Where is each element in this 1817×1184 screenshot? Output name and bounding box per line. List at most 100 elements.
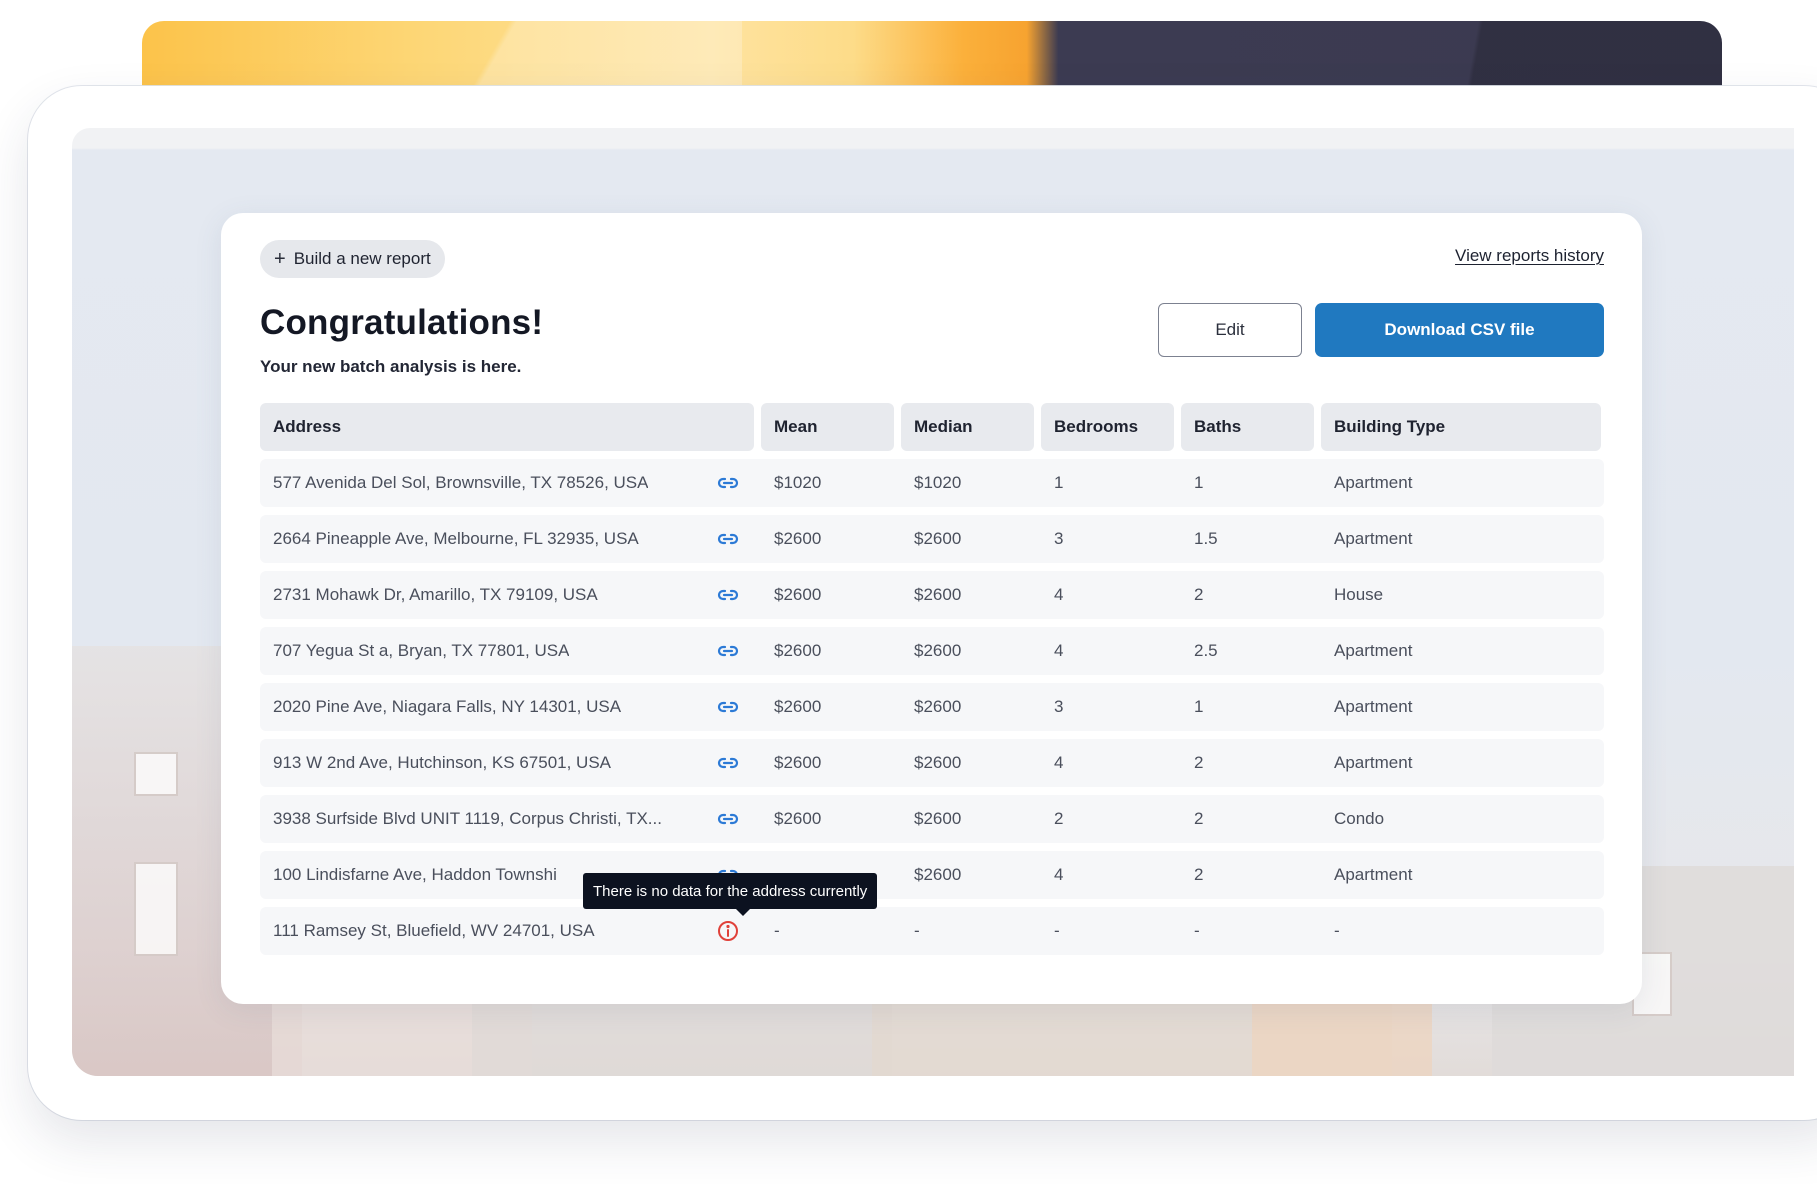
- cell-median: $1020: [914, 473, 962, 492]
- table-row: 2731 Mohawk Dr, Amarillo, TX 79109, USA $…: [260, 571, 1604, 619]
- cell-median: $2600: [914, 809, 962, 828]
- cell-building-type: Apartment: [1334, 753, 1413, 772]
- column-header-mean: Mean: [761, 403, 894, 451]
- table-header: Address Mean Median Bedrooms Baths Build…: [260, 403, 1604, 451]
- table-row: 100 Lindisfarne Ave, Haddon Townshi $2600…: [260, 851, 1604, 899]
- column-header-building-type: Building Type: [1321, 403, 1601, 451]
- table-row: 2020 Pine Ave, Niagara Falls, NY 14301, …: [260, 683, 1604, 731]
- column-header-bedrooms: Bedrooms: [1041, 403, 1174, 451]
- address-text: 913 W 2nd Ave, Hutchinson, KS 67501, USA: [273, 753, 612, 772]
- cell-median: $2600: [914, 753, 962, 772]
- cell-building-type: -: [1334, 921, 1340, 940]
- cell-building-type: Apartment: [1334, 641, 1413, 660]
- cell-baths: 1: [1194, 697, 1204, 716]
- cell-mean: $2600: [774, 641, 822, 660]
- cell-median: $2600: [914, 865, 962, 884]
- cell-address: 2664 Pineapple Ave, Melbourne, FL 32935,…: [260, 527, 754, 551]
- build-new-report-button[interactable]: + Build a new report: [260, 240, 445, 278]
- results-table: Address Mean Median Bedrooms Baths Build…: [260, 403, 1604, 963]
- column-header-address: Address: [260, 403, 754, 451]
- background-window: [134, 862, 178, 956]
- plus-icon: +: [274, 248, 286, 270]
- table-row: 111 Ramsey St, Bluefield, WV 24701, USA -…: [260, 907, 1604, 955]
- cell-median: $2600: [914, 697, 962, 716]
- cell-bedrooms: 3: [1054, 697, 1064, 716]
- cell-median: $2600: [914, 641, 962, 660]
- table-row: 707 Yegua St a, Bryan, TX 77801, USA $260…: [260, 627, 1604, 675]
- cell-address: 707 Yegua St a, Bryan, TX 77801, USA: [260, 639, 754, 663]
- cell-median: $2600: [914, 529, 962, 548]
- cell-baths: 2: [1194, 809, 1204, 828]
- cell-building-type: Apartment: [1334, 473, 1413, 492]
- cell-building-type: House: [1334, 585, 1384, 604]
- cell-mean: $2600: [774, 529, 822, 548]
- address-text: 100 Lindisfarne Ave, Haddon Townshi: [273, 865, 557, 884]
- page-title: Congratulations!: [260, 303, 544, 342]
- address-text: 577 Avenida Del Sol, Brownsville, TX 785…: [273, 473, 649, 492]
- link-icon[interactable]: [716, 695, 740, 719]
- cell-mean: $2600: [774, 585, 822, 604]
- cell-address: 2020 Pine Ave, Niagara Falls, NY 14301, …: [260, 695, 754, 719]
- cell-median: -: [914, 921, 920, 940]
- cell-mean: $2600: [774, 753, 822, 772]
- link-icon[interactable]: [716, 471, 740, 495]
- address-text: 707 Yegua St a, Bryan, TX 77801, USA: [273, 641, 570, 660]
- cell-baths: 2: [1194, 865, 1204, 884]
- cell-address: 913 W 2nd Ave, Hutchinson, KS 67501, USA: [260, 751, 754, 775]
- table-row: 577 Avenida Del Sol, Brownsville, TX 785…: [260, 459, 1604, 507]
- page-subtitle: Your new batch analysis is here.: [260, 357, 522, 376]
- cell-baths: 2.5: [1194, 641, 1218, 660]
- cell-bedrooms: 4: [1054, 753, 1064, 772]
- link-icon[interactable]: [716, 639, 740, 663]
- cell-bedrooms: 1: [1054, 473, 1064, 492]
- address-text: 2020 Pine Ave, Niagara Falls, NY 14301, …: [273, 697, 622, 716]
- address-text: 111 Ramsey St, Bluefield, WV 24701, USA: [273, 921, 595, 940]
- view-reports-history-link[interactable]: View reports history: [1455, 246, 1604, 266]
- cell-bedrooms: 4: [1054, 585, 1064, 604]
- cell-address: 111 Ramsey St, Bluefield, WV 24701, USA: [260, 919, 754, 943]
- edit-button[interactable]: Edit: [1158, 303, 1302, 357]
- cell-bedrooms: 2: [1054, 809, 1064, 828]
- column-header-baths: Baths: [1181, 403, 1314, 451]
- cell-baths: 1: [1194, 473, 1204, 492]
- cell-baths: 2: [1194, 585, 1204, 604]
- address-text: 2664 Pineapple Ave, Melbourne, FL 32935,…: [273, 529, 639, 548]
- cell-baths: -: [1194, 921, 1200, 940]
- stage: + Build a new report View reports histor…: [0, 0, 1817, 1184]
- column-header-median: Median: [901, 403, 1034, 451]
- background-window: [134, 752, 178, 796]
- cell-bedrooms: 4: [1054, 865, 1064, 884]
- cell-building-type: Apartment: [1334, 865, 1413, 884]
- cell-bedrooms: -: [1054, 921, 1060, 940]
- cell-bedrooms: 4: [1054, 641, 1064, 660]
- link-icon[interactable]: [716, 751, 740, 775]
- link-icon[interactable]: [716, 807, 740, 831]
- cell-building-type: Apartment: [1334, 697, 1413, 716]
- table-row: 2664 Pineapple Ave, Melbourne, FL 32935,…: [260, 515, 1604, 563]
- cell-baths: 2: [1194, 753, 1204, 772]
- table-row: 3938 Surfside Blvd UNIT 1119, Corpus Chr…: [260, 795, 1604, 843]
- cell-median: $2600: [914, 585, 962, 604]
- cell-mean: $2600: [774, 697, 822, 716]
- cell-mean: $1020: [774, 473, 822, 492]
- cell-address: 2731 Mohawk Dr, Amarillo, TX 79109, USA: [260, 583, 754, 607]
- table-body: 577 Avenida Del Sol, Brownsville, TX 785…: [260, 459, 1604, 955]
- table-row: 913 W 2nd Ave, Hutchinson, KS 67501, USA…: [260, 739, 1604, 787]
- cell-mean: $2600: [774, 809, 822, 828]
- info-icon[interactable]: [716, 919, 740, 943]
- build-new-report-label: Build a new report: [293, 249, 431, 268]
- report-card: + Build a new report View reports histor…: [221, 213, 1642, 1004]
- cell-bedrooms: 3: [1054, 529, 1064, 548]
- address-text: 3938 Surfside Blvd UNIT 1119, Corpus Chr…: [273, 809, 662, 828]
- cell-building-type: Apartment: [1334, 529, 1413, 548]
- cell-baths: 1.5: [1194, 529, 1218, 548]
- address-text: 2731 Mohawk Dr, Amarillo, TX 79109, USA: [273, 585, 598, 604]
- cell-address: 577 Avenida Del Sol, Brownsville, TX 785…: [260, 471, 754, 495]
- no-data-tooltip: There is no data for the address current…: [583, 873, 878, 916]
- download-csv-button[interactable]: Download CSV file: [1315, 303, 1604, 357]
- cell-mean: -: [774, 921, 780, 940]
- cell-building-type: Condo: [1334, 809, 1385, 828]
- cell-address: 3938 Surfside Blvd UNIT 1119, Corpus Chr…: [260, 807, 754, 831]
- link-icon[interactable]: [716, 527, 740, 551]
- link-icon[interactable]: [716, 583, 740, 607]
